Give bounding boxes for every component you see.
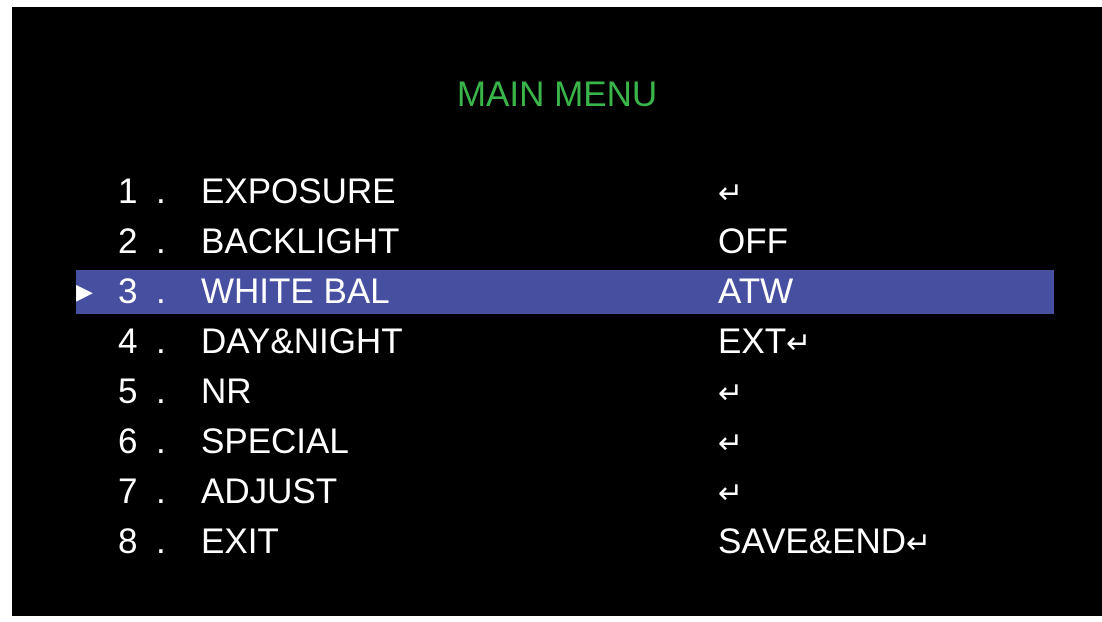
item-value: ATW — [718, 272, 794, 311]
item-label: EXPOSURE — [201, 172, 396, 211]
item-label: ADJUST — [201, 472, 338, 511]
enter-icon: ↵ — [718, 426, 744, 461]
item-number: 4 — [118, 322, 138, 361]
item-separator: . — [156, 522, 166, 561]
item-value: ↵ — [718, 370, 743, 416]
item-value: ↵ — [718, 170, 743, 216]
menu-item-nr[interactable]: 5 . NR ↵ — [76, 370, 1054, 414]
item-label: DAY&NIGHT — [201, 322, 403, 361]
item-value: EXT↵ — [718, 320, 811, 366]
item-separator: . — [156, 272, 166, 311]
item-value: ↵ — [718, 470, 743, 516]
item-separator: . — [156, 172, 166, 211]
menu-item-white-bal[interactable]: ▶ 3 . WHITE BAL ATW — [76, 270, 1054, 314]
item-separator: . — [156, 422, 166, 461]
enter-icon: ↵ — [718, 476, 744, 511]
item-number: 1 — [118, 172, 138, 211]
item-number: 7 — [118, 472, 138, 511]
value-text: EXT — [718, 322, 787, 361]
item-label: NR — [201, 372, 252, 411]
item-separator: . — [156, 322, 166, 361]
item-number: 3 — [118, 272, 138, 311]
item-label: EXIT — [201, 522, 279, 561]
item-label: WHITE BAL — [201, 272, 390, 311]
item-label: SPECIAL — [201, 422, 349, 461]
menu-item-adjust[interactable]: 7 . ADJUST ↵ — [76, 470, 1054, 514]
enter-icon: ↵ — [718, 176, 744, 211]
menu-item-special[interactable]: 6 . SPECIAL ↵ — [76, 420, 1054, 464]
item-value: SAVE&END↵ — [718, 520, 931, 566]
selection-cursor-icon: ▶ — [76, 279, 93, 304]
enter-icon: ↵ — [718, 376, 744, 411]
menu-title: MAIN MENU — [456, 75, 658, 114]
item-number: 2 — [118, 222, 138, 261]
item-separator: . — [156, 372, 166, 411]
osd-screen: MAIN MENU 1 . EXPOSURE ↵ 2 . BACKLIGHT O… — [12, 7, 1102, 616]
value-text: SAVE&END — [718, 522, 907, 561]
item-value: OFF — [718, 222, 788, 261]
item-separator: . — [156, 472, 166, 511]
menu-item-day-night[interactable]: 4 . DAY&NIGHT EXT↵ — [76, 320, 1054, 364]
menu-item-exposure[interactable]: 1 . EXPOSURE ↵ — [76, 170, 1054, 214]
enter-icon: ↵ — [906, 526, 932, 561]
item-number: 5 — [118, 372, 138, 411]
item-number: 8 — [118, 522, 138, 561]
item-label: BACKLIGHT — [201, 222, 400, 261]
item-number: 6 — [118, 422, 138, 461]
menu-item-exit[interactable]: 8 . EXIT SAVE&END↵ — [76, 520, 1054, 564]
enter-icon: ↵ — [786, 326, 812, 361]
item-separator: . — [156, 222, 166, 261]
item-value: ↵ — [718, 420, 743, 466]
menu-item-backlight[interactable]: 2 . BACKLIGHT OFF — [76, 220, 1054, 264]
